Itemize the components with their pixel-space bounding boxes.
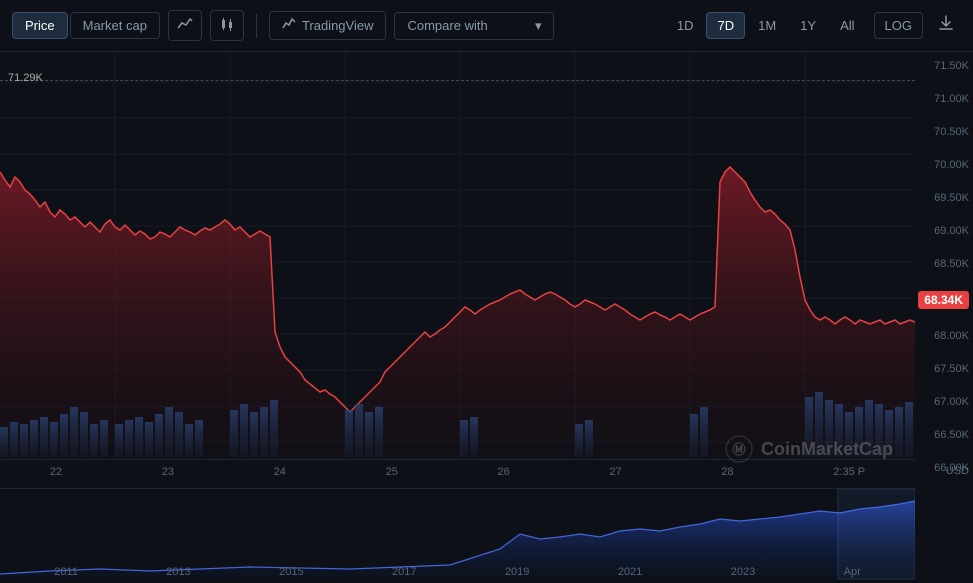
mini-x-2015: 2015: [279, 566, 303, 578]
download-button[interactable]: [931, 9, 961, 42]
tradingview-button[interactable]: TradingView: [269, 11, 387, 40]
divider-1: [256, 14, 257, 38]
mini-x-apr: Apr: [844, 566, 861, 578]
tradingview-icon: [282, 17, 296, 34]
line-chart-button[interactable]: [168, 10, 202, 41]
y-label-2: 70.50K: [919, 126, 969, 138]
market-cap-button[interactable]: Market cap: [70, 12, 160, 39]
x-label-22: 22: [50, 466, 62, 478]
svg-text:Ⓜ: Ⓜ: [732, 442, 745, 457]
tf-1d[interactable]: 1D: [666, 12, 705, 39]
tf-all[interactable]: All: [829, 12, 865, 39]
price-button[interactable]: Price: [12, 12, 68, 39]
mini-x-2019: 2019: [505, 566, 529, 578]
compare-label: Compare with: [407, 18, 487, 33]
y-label-3: 70.00K: [919, 159, 969, 171]
y-label-1: 71.00K: [919, 93, 969, 105]
x-label-25: 25: [386, 466, 398, 478]
toolbar: Price Market cap TradingView Compare wit…: [0, 0, 973, 52]
mini-x-2011: 2011: [54, 566, 78, 578]
tf-7d[interactable]: 7D: [706, 12, 745, 39]
mini-chart: 2011 2013 2015 2017 2019 2021 2023 Apr: [0, 488, 915, 583]
tf-1m[interactable]: 1M: [747, 12, 787, 39]
coinmarketcap-watermark: Ⓜ CoinMarketCap: [725, 435, 893, 463]
mini-x-2013: 2013: [166, 566, 190, 578]
x-label-28: 28: [721, 466, 733, 478]
log-button[interactable]: LOG: [874, 12, 923, 39]
mini-x-2023: 2023: [731, 566, 755, 578]
tradingview-label: TradingView: [302, 18, 374, 33]
x-label-23: 23: [162, 466, 174, 478]
y-label-6: 68.50K: [919, 258, 969, 270]
tf-1y[interactable]: 1Y: [789, 12, 827, 39]
y-label-4: 69.50K: [919, 192, 969, 204]
line-icon: [177, 19, 193, 35]
x-label-27: 27: [609, 466, 621, 478]
y-label-8: 68.00K: [919, 330, 969, 342]
mini-x-2021: 2021: [618, 566, 642, 578]
coinmarketcap-text: CoinMarketCap: [761, 439, 893, 460]
compare-dropdown[interactable]: Compare with ▾: [394, 12, 554, 40]
candle-chart-button[interactable]: [210, 10, 244, 41]
x-label-time: 2:35 P: [833, 466, 865, 478]
y-label-9: 67.50K: [919, 363, 969, 375]
y-label-5: 69.00K: [919, 225, 969, 237]
mini-x-axis: 2011 2013 2015 2017 2019 2021 2023 Apr: [0, 566, 915, 578]
current-price-badge: 68.34K: [918, 291, 969, 309]
y-label-11: 66.50K: [919, 429, 969, 441]
price-badge-row: 68.34K: [919, 291, 969, 309]
x-label-26: 26: [498, 466, 510, 478]
x-label-24: 24: [274, 466, 286, 478]
timeframe-group: 1D 7D 1M 1Y All: [666, 12, 866, 39]
candle-icon: [219, 19, 235, 35]
mini-x-2017: 2017: [392, 566, 416, 578]
y-axis: 71.50K 71.00K 70.50K 70.00K 69.50K 69.00…: [915, 52, 973, 482]
cmc-logo-icon: Ⓜ: [725, 435, 753, 463]
compare-chevron-icon: ▾: [535, 18, 542, 34]
usd-label: USD: [946, 459, 969, 483]
y-label-10: 67.00K: [919, 396, 969, 408]
main-price-chart: [0, 52, 915, 482]
y-label-0: 71.50K: [919, 60, 969, 72]
price-marketcap-group: Price Market cap: [12, 12, 160, 39]
chart-container: 71.29K: [0, 52, 973, 583]
